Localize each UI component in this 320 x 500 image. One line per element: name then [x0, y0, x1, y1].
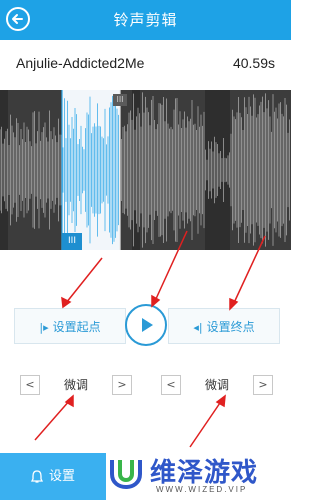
set-start-label: 设置起点 [52, 320, 101, 334]
page-title: 铃声剪辑 [113, 11, 178, 29]
settings-label: 设置 [48, 469, 75, 484]
annotation-arrow [189, 399, 223, 448]
set-start-button[interactable]: |▸ 设置起点 [14, 308, 126, 344]
watermark-title: 维泽游戏 [150, 458, 259, 488]
fine-tune-end-label: 微调 [204, 378, 229, 392]
play-button[interactable] [125, 304, 167, 346]
track-duration: 40.59s [232, 55, 275, 71]
fine-tune-start-label: 微调 [63, 378, 88, 392]
play-icon [142, 318, 153, 332]
fine-tune-end-next-button[interactable]: > [253, 375, 273, 395]
end-marker-icon: ◂| [193, 321, 203, 334]
track-name: Anjulie-Addicted2Me [16, 55, 145, 71]
fine-tune-end: < 微调 > [161, 375, 273, 399]
end-drag-handle[interactable]: III [113, 94, 127, 106]
bell-icon [30, 469, 43, 483]
start-drag-handle[interactable]: III [62, 233, 82, 250]
annotation-arrow [34, 399, 71, 441]
waveform [0, 90, 290, 250]
fine-tune-start-prev-button[interactable]: < [20, 375, 40, 395]
track-info: Anjulie-Addicted2Me 40.59s [0, 40, 291, 90]
fine-tune-start-next-button[interactable]: > [112, 375, 132, 395]
waveform-editor[interactable] [0, 90, 291, 250]
annotation-arrowhead [61, 296, 72, 309]
watermark: 维泽游戏 WWW.WIZED.VIP [108, 448, 291, 500]
set-end-button[interactable]: ◂| 设置终点 [168, 308, 280, 344]
trim-controls: |▸ 设置起点 ◂| 设置终点 [14, 304, 280, 348]
settings-button[interactable]: 设置 [0, 453, 106, 500]
annotation-arrow [65, 257, 103, 304]
watermark-url: WWW.WIZED.VIP [156, 485, 248, 494]
set-end-label: 设置终点 [206, 320, 255, 334]
fine-tune-end-prev-button[interactable]: < [161, 375, 181, 395]
start-marker-icon: |▸ [39, 321, 49, 334]
fine-tune-start: < 微调 > [20, 375, 132, 399]
watermark-logo-icon [110, 460, 142, 490]
app-header: 铃声剪辑 [0, 0, 291, 40]
